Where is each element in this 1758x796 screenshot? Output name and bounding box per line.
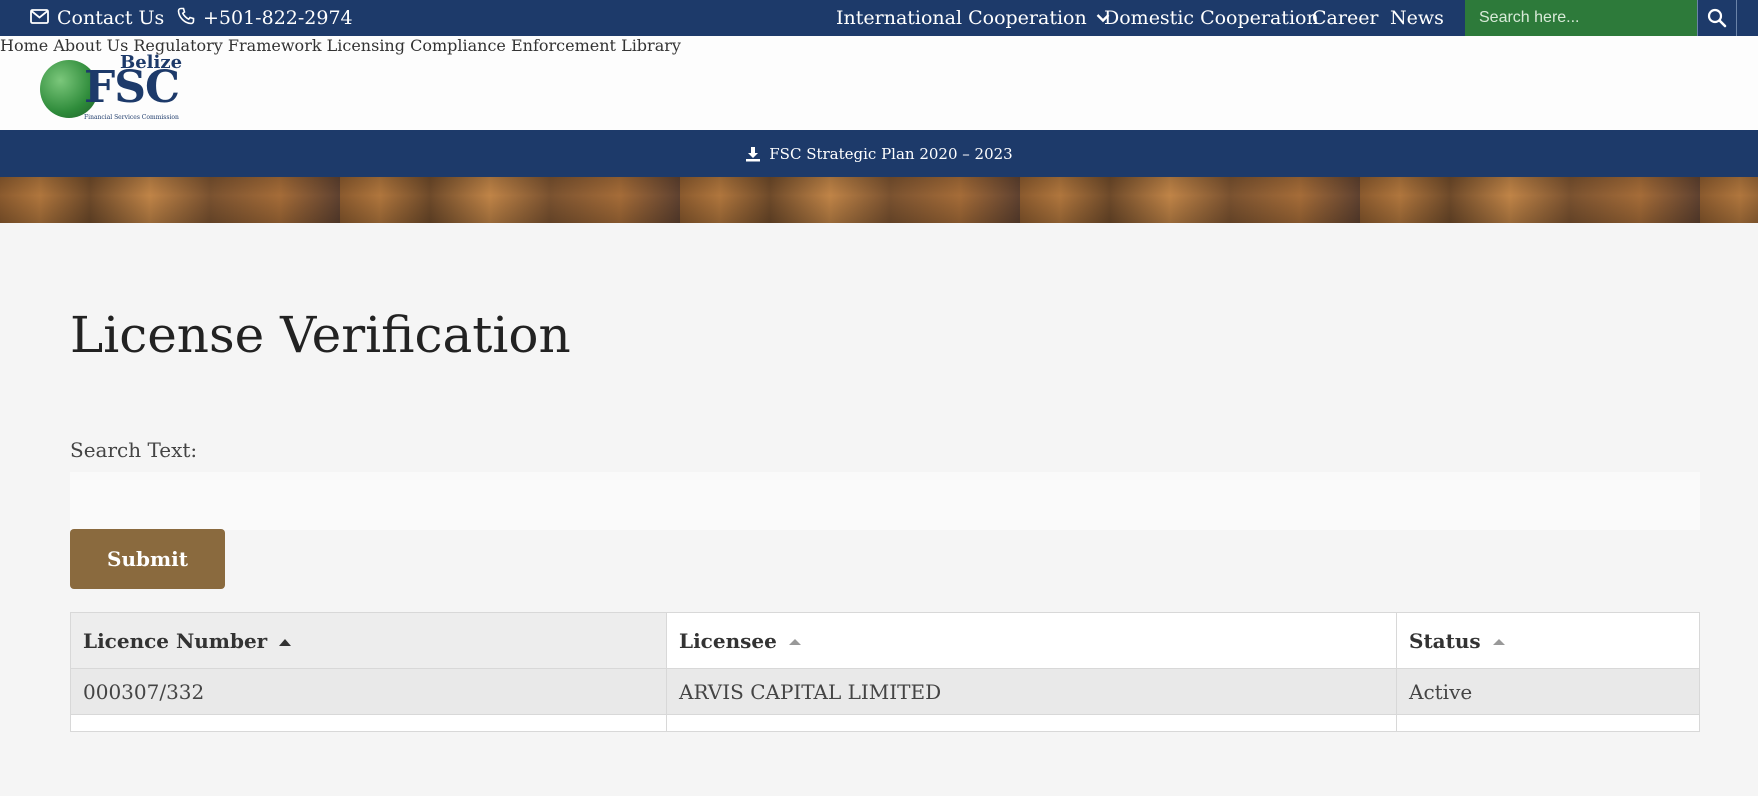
strategic-plan-link[interactable]: FSC Strategic Plan 2020 – 2023 [745,144,1013,163]
cell-status: Active [1396,668,1700,715]
column-header-label: Licensee [679,628,777,653]
domestic-cooperation-link[interactable]: Domestic Cooperation [1104,0,1319,36]
table-header-row: Licence Number Licensee Status [70,612,1700,669]
cell-licensee: ARVIS CAPITAL LIMITED [666,668,1397,715]
logo-fsc-text: FSC [84,62,180,113]
license-results-table: Licence Number Licensee Status 000307/33… [70,612,1700,732]
phone-icon [177,7,203,30]
fsc-logo[interactable]: Belize FSC Financial Services Commission [38,46,188,126]
contact-us-link[interactable]: Contact Us [30,0,164,36]
site-header: Belize FSC Financial Services Commission… [0,36,1758,130]
logo-subtitle: Financial Services Commission [84,114,179,121]
column-header-status[interactable]: Status [1396,612,1700,669]
sort-icon [1492,639,1505,645]
decorative-banner [0,177,1758,223]
phone-link[interactable]: +501-822-2974 [177,0,353,36]
international-cooperation-label: International Cooperation [836,7,1087,29]
table-row[interactable]: 000307/332 ARVIS CAPITAL LIMITED Active [70,668,1700,715]
table-row-empty [70,714,1700,732]
announcement-bar: FSC Strategic Plan 2020 – 2023 [0,130,1758,177]
nav-licensing[interactable]: Licensing [327,36,405,55]
contact-us-label: Contact Us [57,7,165,29]
sort-asc-icon [279,638,292,646]
career-link[interactable]: Career [1312,0,1379,36]
nav-compliance[interactable]: Compliance [410,36,506,55]
submit-button[interactable]: Submit [70,529,225,589]
search-icon [1707,8,1727,28]
search-text-label: Search Text: [70,438,198,462]
main-nav: Home About Us Regulatory Framework Licen… [0,36,1758,55]
nav-library[interactable]: Library [621,36,681,55]
column-header-licensee[interactable]: Licensee [666,612,1397,669]
column-header-label: Status [1409,628,1481,653]
phone-number: +501-822-2974 [203,7,353,29]
envelope-icon [30,7,57,29]
top-bar: Contact Us +501-822-2974 International C… [0,0,1758,36]
sort-icon [788,639,801,645]
cell-licence-number: 000307/332 [70,668,667,715]
international-cooperation-link[interactable]: International Cooperation [836,0,1118,36]
site-search-input[interactable] [1465,0,1697,36]
nav-enforcement[interactable]: Enforcement [511,36,616,55]
site-search-button[interactable] [1697,0,1737,36]
search-text-input[interactable] [70,472,1700,530]
column-header-label: Licence Number [83,628,268,653]
strategic-plan-label: FSC Strategic Plan 2020 – 2023 [769,144,1013,163]
download-icon [745,146,769,162]
column-header-licence-number[interactable]: Licence Number [70,612,667,669]
news-link[interactable]: News [1390,0,1444,36]
page-title: License Verification [70,306,571,364]
